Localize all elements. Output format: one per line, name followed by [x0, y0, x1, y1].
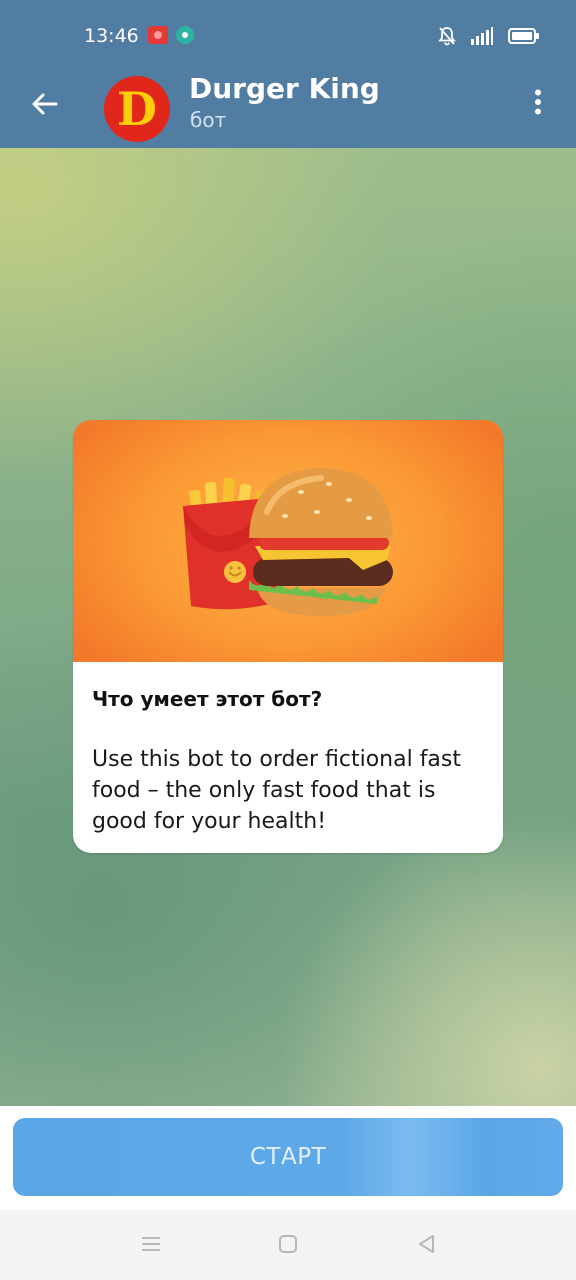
- start-panel: СТАРТ: [0, 1106, 576, 1210]
- back-icon: [415, 1233, 437, 1259]
- status-bar: 13:46: [0, 0, 576, 72]
- avatar[interactable]: D: [104, 76, 170, 142]
- home-icon: [277, 1233, 299, 1259]
- recent-apps-button[interactable]: [135, 1230, 167, 1262]
- more-vertical-icon: [534, 89, 542, 119]
- arrow-left-icon: [30, 92, 58, 120]
- start-button[interactable]: СТАРТ: [13, 1118, 563, 1196]
- menu-icon: [140, 1234, 162, 1258]
- more-options-button[interactable]: [518, 84, 558, 124]
- bot-info-card: Что умеет этот бот? Use this bot to orde…: [73, 420, 503, 853]
- system-back-button[interactable]: [410, 1230, 442, 1262]
- screen-record-icon: [148, 26, 168, 44]
- back-button[interactable]: [20, 82, 68, 130]
- status-icons: [438, 24, 540, 48]
- avatar-letter: D: [117, 82, 157, 136]
- burger-illustration: [249, 468, 393, 616]
- status-time: 13:46: [84, 25, 139, 47]
- home-button[interactable]: [272, 1230, 304, 1262]
- bot-info-heading: Что умеет этот бот?: [92, 687, 323, 711]
- chat-subtitle: бот: [190, 108, 227, 132]
- top-bar: 13:46 D Durger King бот: [0, 0, 576, 148]
- bot-info-image: [73, 420, 503, 662]
- bot-info-description: Use this bot to order fictional fast foo…: [92, 747, 462, 834]
- bell-muted-icon: [438, 26, 456, 46]
- chat-title[interactable]: Durger King: [189, 72, 380, 106]
- signal-icon: [470, 26, 494, 46]
- chat-header: D Durger King бот: [0, 72, 576, 148]
- battery-icon: [508, 27, 540, 45]
- system-nav-bar: [0, 1210, 576, 1280]
- cast-icon: [176, 26, 194, 44]
